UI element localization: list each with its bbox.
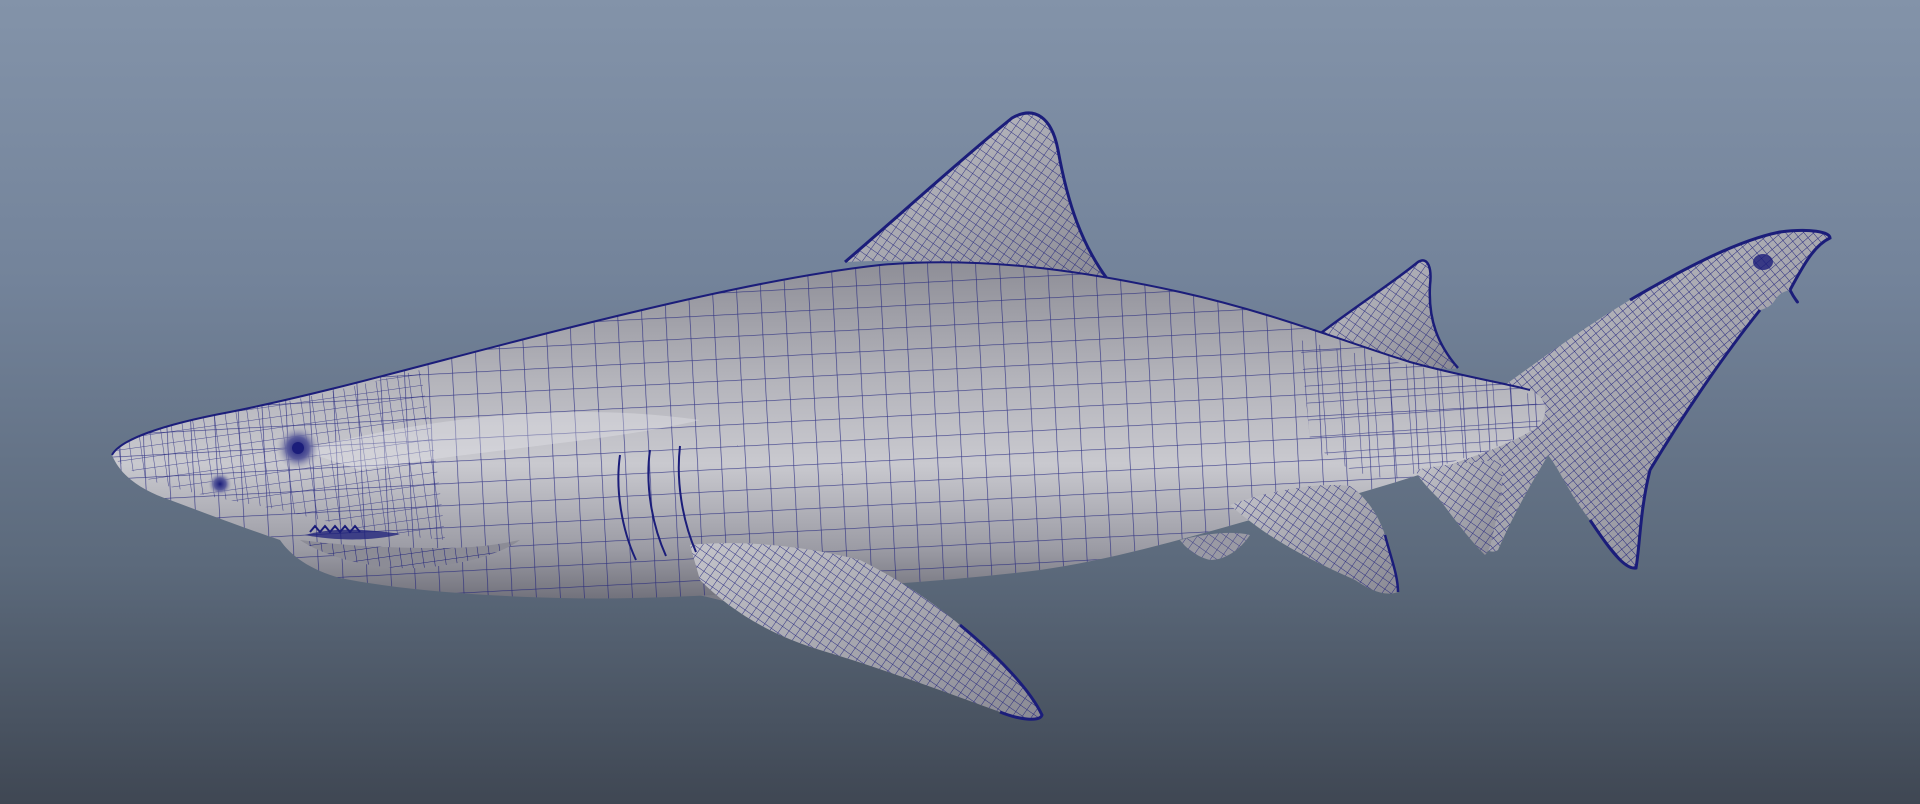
shark-nostril	[208, 472, 232, 496]
viewport-3d[interactable]	[0, 0, 1920, 804]
dorsal-fin	[844, 111, 1110, 285]
shark-eye	[276, 426, 320, 470]
shark-wireframe-model[interactable]	[0, 0, 1920, 804]
anal-fin	[1415, 460, 1503, 555]
